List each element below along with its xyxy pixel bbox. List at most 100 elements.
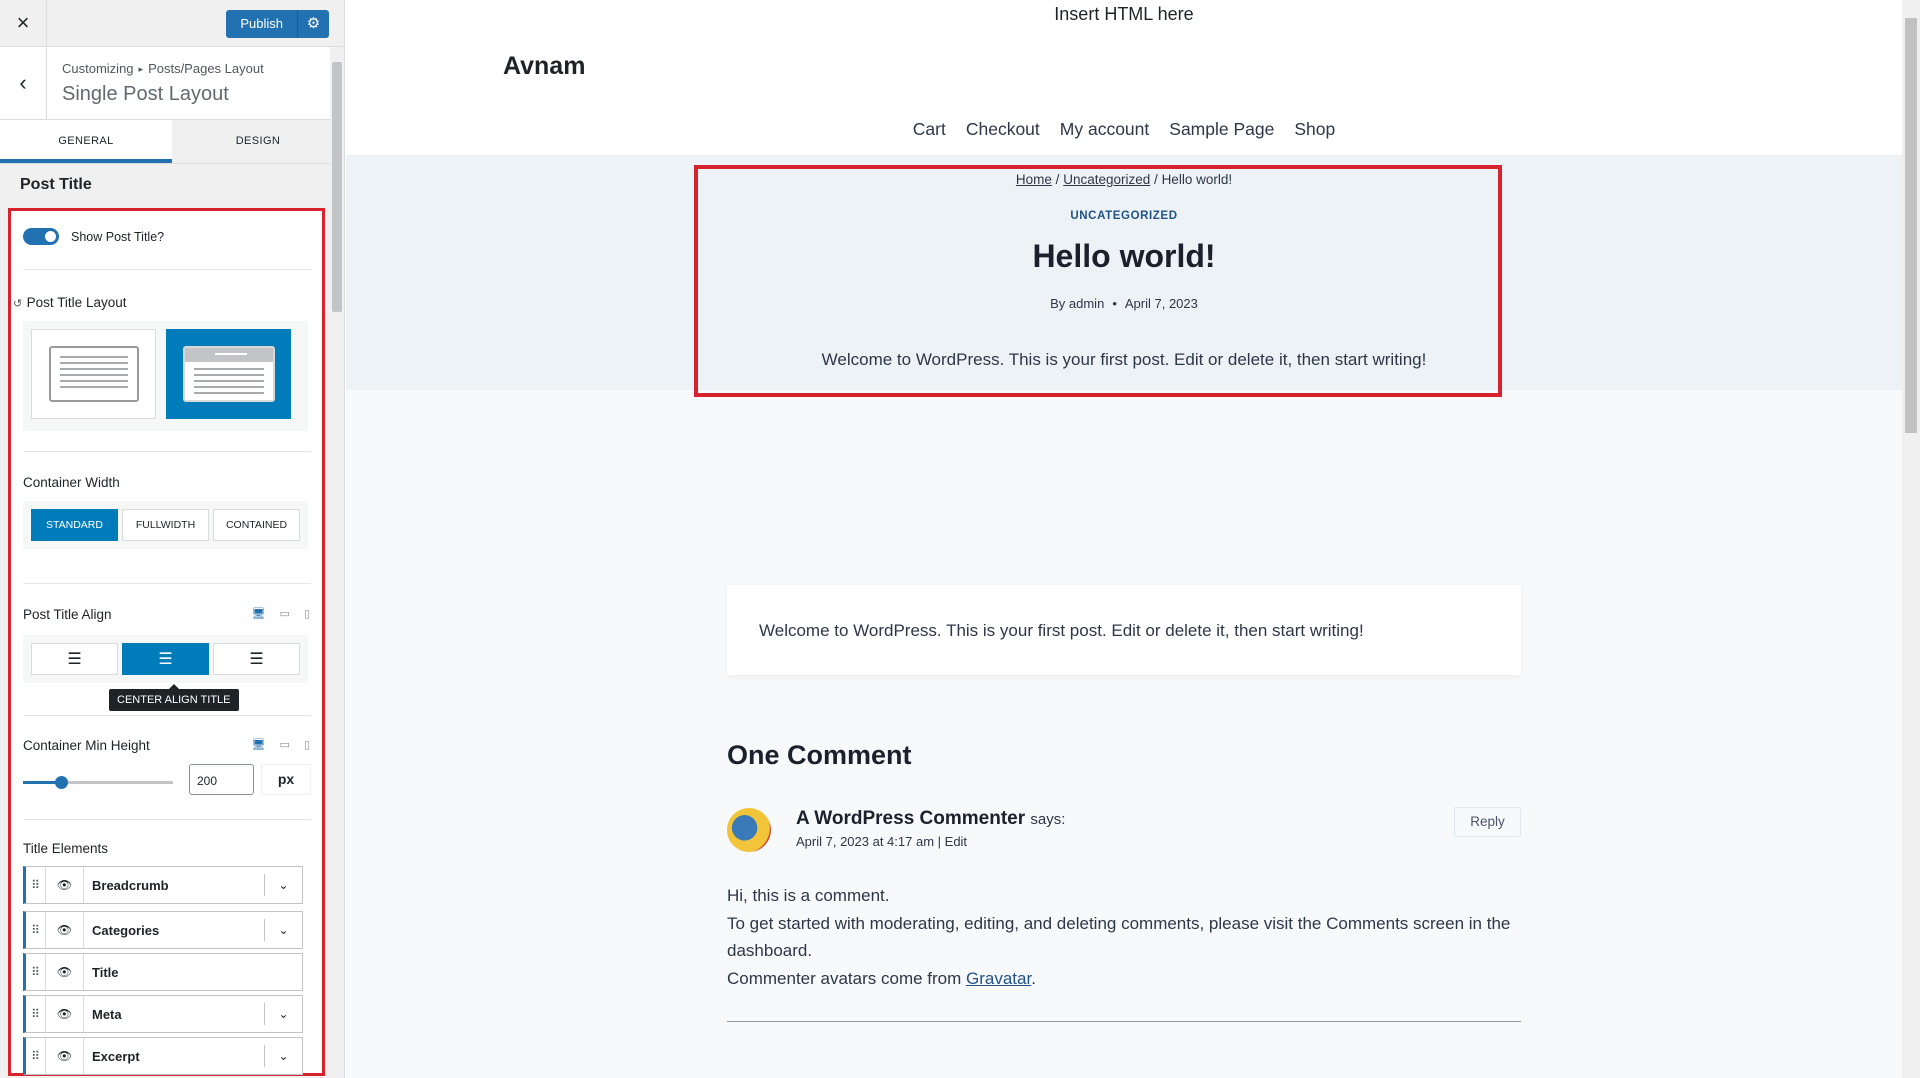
- drag-handle-icon[interactable]: ⠿: [26, 996, 46, 1032]
- drag-handle-icon[interactable]: ⠿: [26, 867, 46, 903]
- chevron-down-icon[interactable]: ⌄: [264, 919, 302, 941]
- align-right-icon[interactable]: ☰: [213, 643, 300, 675]
- breadcrumb-home-link[interactable]: Home: [1016, 172, 1052, 187]
- reply-button[interactable]: Reply: [1454, 807, 1521, 837]
- post-date: April 7, 2023: [1124, 296, 1198, 311]
- section-title: Single Post Layout: [62, 83, 229, 105]
- publish-button[interactable]: Publish: [226, 10, 298, 38]
- breadcrumb-current: Hello world!: [1161, 172, 1233, 187]
- breadcrumb-category-link[interactable]: Uncategorized: [1063, 172, 1150, 187]
- title-element-categories[interactable]: ⠿ 👁 Categories ⌄: [23, 911, 303, 949]
- layout-label-row: ↺ Post Title Layout: [13, 294, 301, 312]
- comment-meta: April 7, 2023 at 4:17 am | Edit: [796, 834, 967, 849]
- min-height-input[interactable]: 200: [189, 764, 254, 795]
- post-excerpt: Welcome to WordPress. This is your first…: [821, 350, 1427, 369]
- breadcrumb-parent: Posts/Pages Layout: [148, 61, 264, 76]
- nav-item-shop[interactable]: Shop: [1294, 119, 1335, 140]
- desktop-icon[interactable]: 🖥: [252, 607, 266, 620]
- chevron-down-icon[interactable]: ⌄: [264, 1003, 302, 1025]
- customizer-header: × Publish ⚙: [0, 0, 344, 47]
- layout-normal-icon: [48, 346, 139, 402]
- title-element-name: Excerpt: [92, 1048, 140, 1064]
- back-icon[interactable]: ‹: [0, 47, 47, 119]
- comment-line: Commenter avatars come from Gravatar.: [727, 965, 1527, 993]
- post-title-heading: Post Title: [20, 176, 92, 193]
- meta-separator: •: [1112, 296, 1117, 311]
- comment-author-name[interactable]: A WordPress Commenter: [796, 808, 1025, 829]
- eye-icon[interactable]: 👁: [46, 867, 84, 903]
- comment-body: Hi, this is a comment. To get started wi…: [727, 882, 1527, 992]
- post-author[interactable]: By admin: [1050, 296, 1104, 311]
- highlight-panel: Show Post Title? ↺ Post Title Layout Con…: [8, 208, 325, 1076]
- eye-icon[interactable]: 👁: [46, 912, 84, 948]
- eye-icon[interactable]: 👁: [46, 1038, 84, 1074]
- title-element-meta[interactable]: ⠿ 👁 Meta ⌄: [23, 995, 303, 1033]
- align-tooltip: CENTER ALIGN TITLE: [109, 684, 239, 711]
- container-fullwidth-button[interactable]: FULLWIDTH: [122, 509, 209, 541]
- layout-label: Post Title Layout: [26, 295, 127, 310]
- post-content-card: Welcome to WordPress. This is your first…: [727, 585, 1521, 675]
- title-element-name: Meta: [92, 1006, 122, 1022]
- breadcrumb-root: Customizing: [62, 61, 134, 76]
- sidebar-scrollbar-thumb[interactable]: [332, 62, 342, 312]
- comment-text: Commenter avatars come from: [727, 968, 967, 988]
- gravatar-link[interactable]: Gravatar: [966, 969, 1031, 988]
- divider: [23, 451, 311, 452]
- nav-item-checkout[interactable]: Checkout: [966, 119, 1040, 140]
- layout-option-normal[interactable]: [31, 329, 156, 419]
- post-title: Hello world!: [1032, 238, 1216, 274]
- min-height-unit-select[interactable]: px: [261, 764, 311, 795]
- title-element-title[interactable]: ⠿ 👁 Title: [23, 953, 303, 991]
- breadcrumb-separator-icon: ▸: [138, 64, 144, 74]
- mobile-icon[interactable]: ▯: [304, 738, 310, 751]
- header-html-placeholder: Insert HTML here: [1054, 4, 1194, 24]
- gear-icon[interactable]: ⚙: [298, 10, 329, 38]
- customizer-sidebar: × Publish ⚙ ‹ Customizing ▸ Posts/Pages La…: [0, 0, 345, 1078]
- tab-design[interactable]: DESIGN: [172, 120, 344, 163]
- close-icon[interactable]: ×: [0, 0, 47, 46]
- min-height-slider-handle[interactable]: [54, 776, 68, 789]
- comment-author: A WordPress Commenter says:: [796, 808, 1065, 830]
- divider: [23, 269, 311, 270]
- comment-line: To get started with moderating, editing,…: [727, 913, 1511, 961]
- eye-icon[interactable]: 👁: [46, 996, 84, 1032]
- publish-group: Publish ⚙: [226, 10, 329, 38]
- align-center-icon[interactable]: ☰: [122, 643, 209, 675]
- align-left-icon[interactable]: ☰: [31, 643, 118, 675]
- preview-scrollbar-thumb[interactable]: [1905, 18, 1917, 433]
- desktop-icon[interactable]: 🖥: [252, 738, 266, 751]
- align-group: ☰ ☰ ☰: [23, 635, 308, 683]
- comment-edit-link[interactable]: | Edit: [938, 834, 967, 849]
- nav-item-my-account[interactable]: My account: [1060, 119, 1149, 140]
- comment-date-link[interactable]: April 7, 2023 at 4:17 am: [796, 834, 934, 849]
- container-contained-button[interactable]: CONTAINED: [213, 509, 300, 541]
- reset-icon[interactable]: ↺: [13, 298, 22, 310]
- tablet-icon[interactable]: ▭: [280, 607, 290, 620]
- comment-says: says:: [1030, 811, 1066, 828]
- layout-option-above[interactable]: [166, 329, 291, 419]
- drag-handle-icon[interactable]: ⠿: [26, 912, 46, 948]
- nav-item-sample-page[interactable]: Sample Page: [1169, 119, 1274, 140]
- section-header: ‹ Customizing ▸ Posts/Pages Layout Single …: [0, 47, 344, 120]
- divider: [23, 715, 311, 716]
- chevron-down-icon[interactable]: ⌄: [264, 874, 302, 896]
- title-element-excerpt[interactable]: ⠿ 👁 Excerpt ⌄: [23, 1037, 303, 1075]
- comments-heading: One Comment: [727, 740, 912, 770]
- comment-divider: [727, 1021, 1521, 1022]
- post-category-link[interactable]: UNCATEGORIZED: [346, 210, 1902, 222]
- drag-handle-icon[interactable]: ⠿: [26, 1038, 46, 1074]
- site-preview: Insert HTML here Avnam Cart Checkout My …: [346, 0, 1920, 1078]
- drag-handle-icon[interactable]: ⠿: [26, 954, 46, 990]
- post-meta: By admin • April 7, 2023: [346, 296, 1902, 311]
- eye-icon[interactable]: 👁: [46, 954, 84, 990]
- chevron-down-icon[interactable]: ⌄: [264, 1045, 302, 1067]
- container-standard-button[interactable]: STANDARD: [31, 509, 118, 541]
- title-element-breadcrumb[interactable]: ⠿ 👁 Breadcrumb ⌄: [23, 866, 303, 904]
- site-title[interactable]: Avnam: [503, 52, 585, 81]
- mobile-icon[interactable]: ▯: [304, 607, 310, 620]
- nav-item-cart[interactable]: Cart: [913, 119, 946, 140]
- tablet-icon[interactable]: ▭: [280, 738, 290, 751]
- tab-general[interactable]: GENERAL: [0, 120, 172, 163]
- title-elements-label: Title Elements: [23, 841, 109, 856]
- show-title-toggle[interactable]: [23, 228, 59, 245]
